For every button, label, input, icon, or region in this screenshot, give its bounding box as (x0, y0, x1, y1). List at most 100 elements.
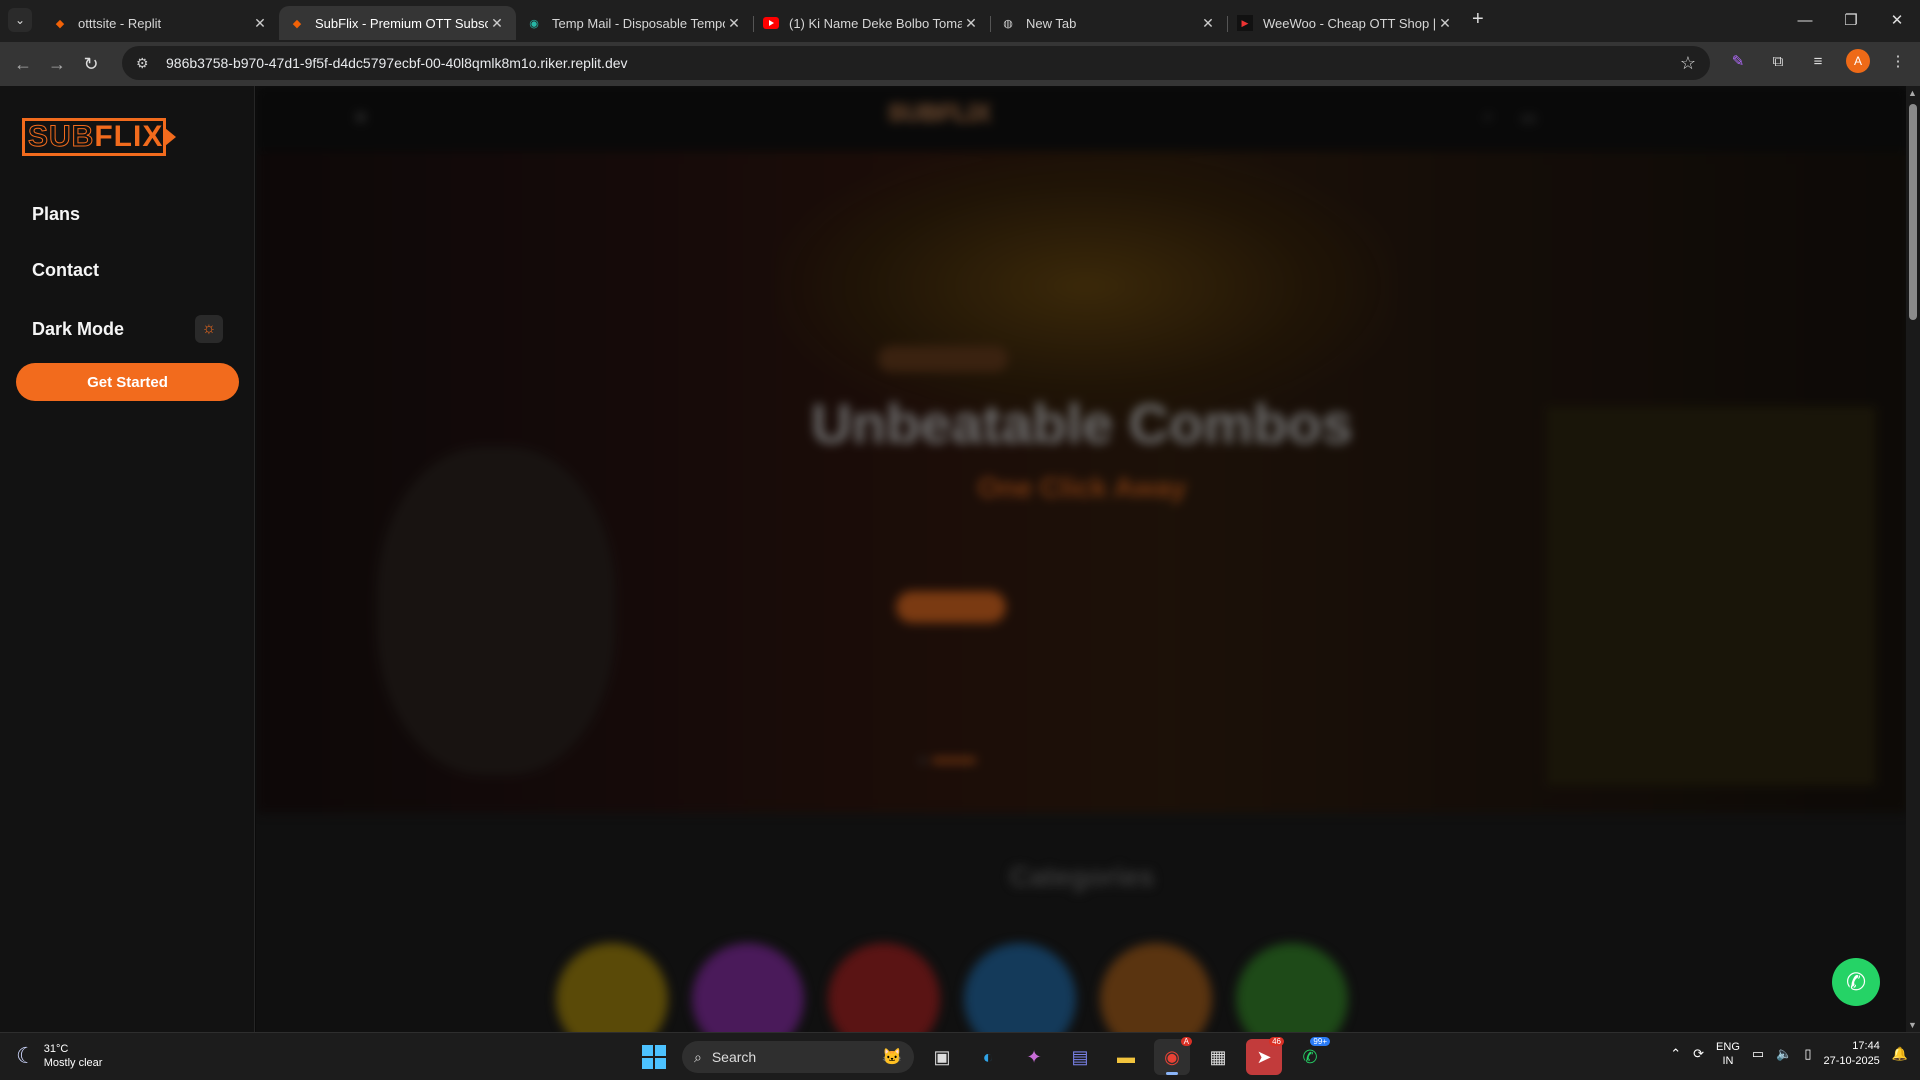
category-combo[interactable] (692, 943, 804, 1032)
browser-toolbar: ← → ↻ ⚙ 986b3758-b970-47d1-9f5f-d4dc5797… (0, 42, 1920, 86)
notification-icon[interactable]: 🔔 (1892, 1046, 1908, 1062)
site-header-logo: SUBFLIX (888, 100, 992, 128)
extensions-icon[interactable]: ⧉ (1766, 49, 1790, 73)
search-icon: ⌕ (694, 1048, 702, 1065)
language-indicator[interactable]: ENG IN (1716, 1040, 1740, 1068)
carousel-dots (920, 758, 976, 763)
file-explorer-icon[interactable]: ▬ (1108, 1039, 1144, 1075)
tab-title: Temp Mail - Disposable Tempor (552, 15, 725, 31)
cart-icon[interactable]: ▭ (1521, 108, 1536, 128)
scroll-up-icon[interactable]: ▲ (1908, 88, 1917, 98)
site-header-icons: ⌕ ▭ (1484, 108, 1536, 128)
new-tab-button[interactable]: + (1472, 8, 1484, 31)
edge-icon[interactable]: ◐ (970, 1039, 1006, 1075)
telegram-icon[interactable]: ➤ 46 (1246, 1037, 1284, 1075)
tab-weewoo[interactable]: ▶ WeeWoo - Cheap OTT Shop | M ✕ (1227, 6, 1464, 40)
restore-icon[interactable]: ❐ (1828, 0, 1874, 40)
close-icon[interactable]: ✕ (488, 15, 506, 32)
youtube-icon (763, 15, 779, 31)
blurred-page-content: ✕ SUBFLIX ⌕ ▭ Unbeatable Combos One Clic… (256, 86, 1908, 1032)
subflix-logo[interactable]: SUB FLIX (22, 118, 177, 156)
start-button[interactable] (636, 1039, 672, 1075)
sync-icon[interactable]: ⟳ (1693, 1046, 1704, 1062)
copilot-icon[interactable]: ✦ (1016, 1039, 1052, 1075)
extension-pen-icon[interactable]: ✎ (1726, 49, 1750, 73)
task-view-icon[interactable]: ▣ (924, 1039, 960, 1075)
category-kids[interactable] (1100, 943, 1212, 1032)
active-indicator (1166, 1072, 1178, 1075)
tab-otttsite[interactable]: ◆ otttsite - Replit ✕ (42, 6, 279, 40)
weather-widget[interactable]: ☾ 31°C Mostly clear (16, 1042, 102, 1070)
blur-overlay: ✕ SUBFLIX ⌕ ▭ Unbeatable Combos One Clic… (256, 86, 1908, 1032)
tab-title: otttsite - Replit (78, 15, 162, 31)
site-header (256, 86, 1908, 151)
back-icon[interactable]: ← (6, 47, 40, 81)
site-info-icon[interactable]: ⚙ (136, 55, 156, 72)
address-bar[interactable]: ⚙ 986b3758-b970-47d1-9f5f-d4dc5797ecbf-0… (122, 46, 1710, 80)
tab-subflix[interactable]: ◆ SubFlix - Premium OTT Subscrip ✕ (279, 6, 516, 40)
battery-icon[interactable]: ▯ (1804, 1046, 1811, 1062)
clock[interactable]: 17:44 27-10-2025 (1824, 1039, 1880, 1069)
theme-toggle-button[interactable]: ☼ (195, 315, 223, 343)
replit-icon: ◆ (55, 17, 65, 30)
tab-title: New Tab (1026, 15, 1077, 31)
weewoo-icon: ▶ (1237, 15, 1253, 31)
tab-search-button[interactable]: ⌄ (8, 8, 32, 32)
scroll-down-icon[interactable]: ▼ (1908, 1020, 1917, 1030)
clock-time: 17:44 (1852, 1040, 1880, 1052)
chrome-icon[interactable]: ◉ A (1154, 1037, 1192, 1075)
tab-title: WeeWoo - Cheap OTT Shop | M (1263, 15, 1436, 31)
category-movies[interactable] (556, 943, 668, 1032)
taskbar-apps: ⌕ Search 🐱 ▣ ◐ ✦ ▤ ▬ ◉ A ▦ ➤ 46 ✆ 99+ (636, 1037, 1330, 1075)
close-icon[interactable]: ✕ (962, 15, 980, 32)
minimize-icon[interactable]: — (1782, 0, 1828, 40)
forward-icon[interactable]: → (40, 47, 74, 81)
whatsapp-chat-button[interactable]: ✆ (1832, 958, 1880, 1006)
volume-icon[interactable]: 🔈 (1776, 1046, 1792, 1062)
dark-mode-label: Dark Mode (32, 319, 125, 339)
close-icon[interactable]: ✕ (1199, 15, 1217, 32)
url-text: 986b3758-b970-47d1-9f5f-d4dc5797ecbf-00-… (166, 55, 628, 71)
close-menu-icon[interactable]: ✕ (354, 108, 367, 128)
category-music[interactable] (964, 943, 1076, 1032)
get-started-button[interactable]: Get Started (16, 363, 239, 401)
chevron-up-icon[interactable]: ⌃ (1670, 1046, 1681, 1062)
profile-avatar[interactable]: A (1846, 49, 1870, 73)
nav-plans[interactable]: Plans (32, 204, 80, 225)
teams-icon[interactable]: ▤ (1062, 1039, 1098, 1075)
whatsapp-taskbar-icon[interactable]: ✆ 99+ (1292, 1037, 1330, 1075)
tab-temp-mail[interactable]: ◉ Temp Mail - Disposable Tempor ✕ (516, 6, 754, 40)
category-education[interactable] (1236, 943, 1348, 1032)
store-icon[interactable]: ▦ (1200, 1039, 1236, 1075)
globe-icon: ◉ (529, 17, 539, 30)
tab-youtube[interactable]: (1) Ki Name Deke Bolbo Tomak ✕ (753, 6, 991, 40)
logo-flix-text: FLIX (94, 120, 164, 153)
scrollbar-thumb[interactable] (1909, 104, 1917, 320)
close-window-icon[interactable]: ✕ (1874, 0, 1920, 40)
weather-temp: 31°C (43, 1043, 69, 1055)
replit-icon: ◆ (292, 17, 302, 30)
logo-sub-text: SUB (27, 120, 95, 154)
carousel-dot[interactable] (920, 758, 926, 763)
display-icon[interactable]: ▭ (1752, 1046, 1764, 1062)
toolbar-actions: ✎ ⧉ ≡ A ⋮ (1726, 49, 1910, 73)
menu-icon[interactable]: ⋮ (1886, 49, 1910, 73)
tab-new-tab[interactable]: ◍ New Tab ✕ (990, 6, 1228, 40)
search-icon[interactable]: ⌕ (1484, 108, 1493, 128)
reload-icon[interactable]: ↻ (74, 47, 108, 81)
whatsapp-badge: 99+ (1310, 1037, 1330, 1046)
close-icon[interactable]: ✕ (725, 15, 743, 32)
taskbar-search[interactable]: ⌕ Search 🐱 (682, 1041, 914, 1073)
sun-icon: ☼ (201, 320, 217, 337)
media-controls-icon[interactable]: ≡ (1806, 49, 1830, 73)
hero-cta-button[interactable] (896, 591, 1006, 623)
clock-date: 27-10-2025 (1823, 1055, 1880, 1067)
carousel-dot-active[interactable] (932, 758, 976, 763)
category-adult[interactable] (828, 943, 940, 1032)
nav-contact[interactable]: Contact (32, 260, 99, 281)
close-icon[interactable]: ✕ (1436, 15, 1454, 32)
page-scrollbar[interactable]: ▲ ▼ (1906, 86, 1920, 1032)
close-icon[interactable]: ✕ (251, 15, 269, 32)
mobile-menu-drawer: SUB FLIX Plans Contact Dark Mode ☼ Get S… (0, 86, 255, 1032)
bookmark-star-icon[interactable]: ☆ (1680, 53, 1696, 74)
